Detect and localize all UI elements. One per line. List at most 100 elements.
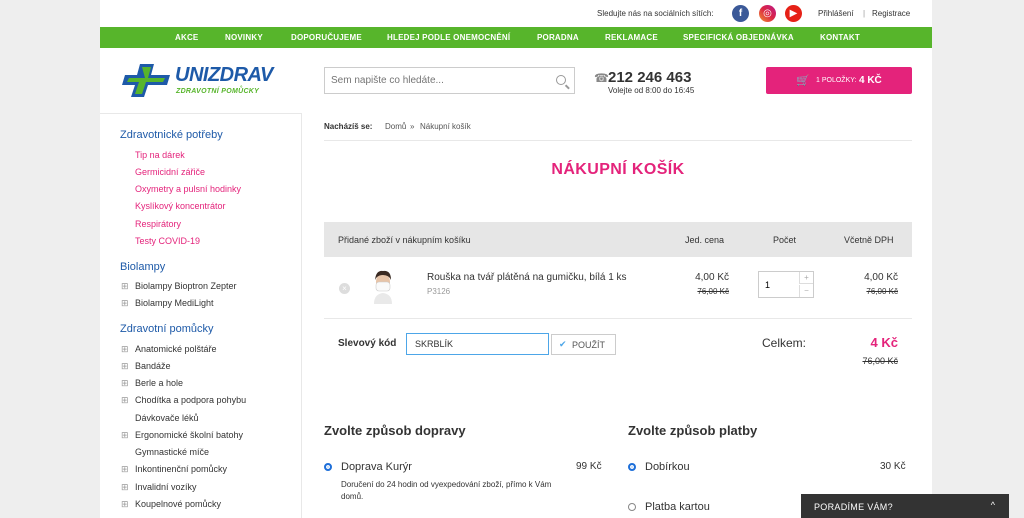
payment-option-label[interactable]: Dobírkou	[645, 461, 690, 473]
site-logo[interactable]: UNIZDRAV ZDRAVOTNÍ POMŮCKY	[122, 62, 282, 98]
sidebar-item[interactable]: Oxymetry a pulsní hodinky	[135, 184, 241, 194]
sidebar-item[interactable]: Bandáže	[135, 361, 171, 371]
sidebar-item[interactable]: Kyslíkový koncentrátor	[135, 201, 226, 211]
sidebar-cat-zdravotnicke-potreby[interactable]: Zdravotnické potřeby	[120, 129, 223, 141]
sidebar-item[interactable]: Berle a hole	[135, 378, 183, 388]
quantity-increase-button[interactable]: +	[799, 272, 813, 284]
sidebar-item[interactable]: Gymnastické míče	[135, 447, 209, 457]
sidebar-item[interactable]: Testy COVID-19	[135, 236, 200, 246]
register-link[interactable]: Registrace	[872, 9, 910, 18]
help-label: PORADÍME VÁM?	[814, 502, 893, 512]
quantity-decrease-button[interactable]: −	[799, 285, 813, 297]
expand-icon[interactable]: ⊞	[121, 281, 129, 292]
product-code: P3126	[427, 287, 451, 296]
breadcrumb-separator: »	[410, 122, 415, 131]
sidebar-cat-zdravotni-pomucky[interactable]: Zdravotní pomůcky	[120, 323, 214, 335]
youtube-icon[interactable]: ▶	[785, 5, 802, 22]
table-row: × Rouška na tvář plátěná na gumičku, bíl…	[324, 257, 912, 319]
logo-cross-icon	[122, 64, 170, 97]
nav-specificka-objednavka[interactable]: SPECIFICKÁ OBJEDNÁVKA	[683, 33, 794, 42]
unit-price: 4,00 Kč	[695, 272, 729, 283]
product-thumbnail[interactable]	[368, 268, 398, 304]
remove-item-icon[interactable]: ×	[339, 283, 350, 294]
payment-radio-dobirka[interactable]	[628, 463, 636, 471]
expand-icon[interactable]: ⊞	[121, 464, 129, 475]
phone-number: 212 246 463	[608, 69, 692, 86]
sidebar-item[interactable]: Tip na dárek	[135, 150, 185, 160]
breadcrumb-label: Nacházíš se:	[324, 122, 373, 131]
facebook-icon[interactable]: f	[732, 5, 749, 22]
sidebar-item[interactable]: Germicidní zářiče	[135, 167, 205, 177]
discount-code-input[interactable]	[407, 334, 548, 354]
sidebar-item[interactable]: Anatomické polštáře	[135, 344, 217, 354]
discount-field	[406, 333, 549, 355]
nav-hledej-podle-onemocneni[interactable]: HLEDEJ PODLE ONEMOCNĚNÍ	[387, 33, 510, 42]
sidebar-item[interactable]: Inkontinenční pomůcky	[135, 464, 227, 474]
payment-radio-karta[interactable]	[628, 503, 636, 511]
cart-table-header: Přidané zboží v nákupním košíku Jed. cen…	[324, 222, 912, 257]
shipping-option-desc: Doručení do 24 hodin od vyexpedování zbo…	[341, 480, 552, 501]
chevron-up-icon: ^	[990, 500, 995, 510]
payment-option-label[interactable]: Platba kartou	[645, 501, 710, 513]
expand-icon[interactable]: ⊞	[121, 482, 129, 493]
cart-price: 4 KČ	[859, 75, 882, 86]
expand-icon[interactable]: ⊞	[121, 499, 129, 510]
total-label: Celkem:	[762, 336, 807, 350]
sidebar-item[interactable]: Biolampy MediLight	[135, 298, 214, 308]
search-input[interactable]	[325, 68, 545, 93]
shipping-title: Zvolte způsob dopravy	[324, 423, 466, 438]
phone-icon: ☎	[594, 71, 609, 85]
sidebar-item[interactable]: Biolampy Bioptron Zepter	[135, 281, 237, 291]
page-title: NÁKUPNÍ KOŠÍK	[551, 161, 685, 178]
logo-tagline: ZDRAVOTNÍ POMŮCKY	[176, 88, 260, 95]
header-total: Včetně DPH	[844, 235, 894, 245]
sidebar-item[interactable]: Dávkovače léků	[135, 413, 199, 423]
expand-icon[interactable]: ⊞	[121, 430, 129, 441]
expand-icon[interactable]: ⊞	[121, 344, 129, 355]
header-product: Přidané zboží v nákupním košíku	[338, 235, 471, 245]
payment-title: Zvolte způsob platby	[628, 423, 758, 438]
cart-items-label: 1 POLOŽKY:	[816, 77, 857, 84]
nav-kontakt[interactable]: KONTAKT	[820, 33, 860, 42]
breadcrumb-current: Nákupní košík	[420, 122, 471, 131]
nav-akce[interactable]: AKCE	[175, 33, 198, 42]
shipping-option-label[interactable]: Doprava Kurýr	[341, 461, 412, 473]
shipping-radio-kuryr[interactable]	[324, 463, 332, 471]
expand-icon[interactable]: ⊞	[121, 361, 129, 372]
quantity-input[interactable]	[759, 272, 799, 297]
quantity-stepper: + −	[758, 271, 814, 298]
search-icon[interactable]	[556, 75, 566, 85]
apply-label: POUŽÍT	[572, 340, 605, 350]
nav-reklamace[interactable]: REKLAMACE	[605, 33, 658, 42]
nav-doporucujeme[interactable]: DOPORUČUJEME	[291, 33, 362, 42]
check-icon: ✔	[559, 339, 567, 349]
login-link[interactable]: Přihlášení	[818, 9, 854, 18]
nav-novinky[interactable]: NOVINKY	[225, 33, 263, 42]
sidebar-cat-biolampy[interactable]: Biolampy	[120, 261, 165, 273]
shipping-option-price: 99 Kč	[576, 461, 602, 472]
discount-label: Slevový kód	[338, 338, 397, 349]
sidebar-item[interactable]: Ergonomické školní batohy	[135, 430, 243, 440]
social-follow-text: Sledujte nás na sociálních sítích:	[597, 9, 714, 18]
instagram-icon[interactable]: ◎	[759, 5, 776, 22]
topbar-separator: |	[863, 9, 866, 18]
product-name-link[interactable]: Rouška na tvář plátěná na gumičku, bílá …	[427, 272, 627, 283]
help-chat-widget[interactable]: PORADÍME VÁM? ^	[801, 494, 1009, 518]
expand-icon[interactable]: ⊞	[121, 378, 129, 389]
cart-button[interactable]: 🛒 1 POLOŽKY: 4 KČ	[766, 67, 912, 94]
sidebar-item[interactable]: Koupelnové pomůcky	[135, 499, 221, 509]
expand-icon[interactable]: ⊞	[121, 298, 129, 309]
expand-icon[interactable]: ⊞	[121, 395, 129, 406]
sidebar-item[interactable]: Respirátory	[135, 219, 181, 229]
apply-discount-button[interactable]: ✔ POUŽÍT	[551, 334, 616, 355]
top-utility-bar: Sledujte nás na sociálních sítích: f ◎ ▶…	[100, 0, 932, 27]
logo-brand: UNIZDRAV	[175, 64, 273, 86]
page: Sledujte nás na sociálních sítích: f ◎ ▶…	[100, 0, 932, 518]
nav-poradna[interactable]: PORADNA	[537, 33, 579, 42]
sidebar-item[interactable]: Invalidní vozíky	[135, 482, 197, 492]
row-total: 4,00 Kč	[864, 272, 898, 283]
sidebar-item[interactable]: Chodítka a podpora pohybu	[135, 395, 246, 405]
payment-option-price: 30 Kč	[880, 461, 906, 472]
breadcrumb-home[interactable]: Domů	[385, 122, 406, 131]
row-total-old: 76,00 Kč	[866, 287, 898, 296]
